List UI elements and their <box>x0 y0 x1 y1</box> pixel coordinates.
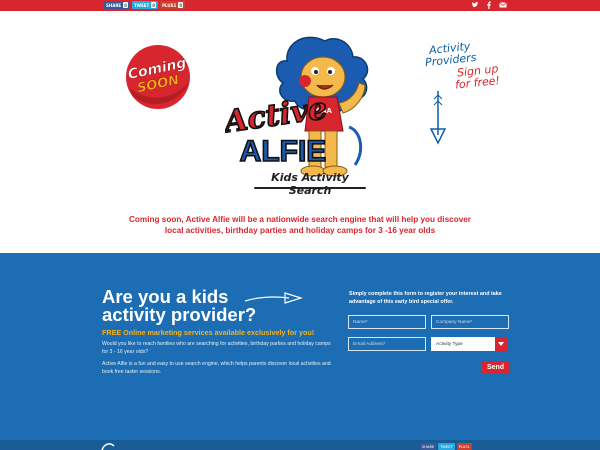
twitter-icon[interactable] <box>471 1 479 9</box>
footer: SHARE TWEET PLUS1 <box>0 440 600 450</box>
facebook-icon[interactable] <box>485 1 493 9</box>
tweet-button[interactable]: TWEET 0 <box>131 1 159 9</box>
footer-tweet-label: TWEET <box>440 444 453 449</box>
provider-paragraph-2: Active Alfie is a fun and easy to use se… <box>102 361 331 375</box>
google-plus-button[interactable]: PLUS1 0 <box>160 1 186 9</box>
email-icon[interactable] <box>499 1 507 9</box>
intro-text: Coming soon, Active Alfie will be a nati… <box>129 215 471 235</box>
logo-line2: ALFIE <box>240 135 327 168</box>
company-name-input[interactable]: Company Name* <box>431 315 509 329</box>
footer-share-label: SHARE <box>422 444 435 449</box>
tweet-count: 0 <box>151 2 157 8</box>
footer-google-plus-button[interactable]: PLUS1 <box>456 443 472 450</box>
providers-line4: for free! <box>454 73 501 92</box>
share-buttons: SHARE 0 TWEET 0 PLUS1 0 <box>104 1 186 9</box>
providers-callout: Activity Providers Sign up for free! <box>424 40 505 92</box>
form-intro: Simply complete this form to register yo… <box>349 291 502 305</box>
free-offer-text: FREE Online marketing services available… <box>102 328 315 337</box>
down-arrow-icon <box>429 91 447 145</box>
footer-logo <box>100 442 118 450</box>
footer-tweet-button[interactable]: TWEET <box>438 443 455 450</box>
provider-paragraph-1: Would you like to reach families who are… <box>102 341 331 355</box>
hero-section: Coming SOON CAA Active ALFIE Kids Activi… <box>0 11 600 253</box>
activity-type-value: Activity Type <box>436 341 463 347</box>
plus-label: PLUS1 <box>162 2 177 8</box>
chevron-down-icon[interactable] <box>495 337 507 351</box>
tagline: Kids Activity Search <box>271 171 349 197</box>
provider-section: Are you a kids activity provider? FREE O… <box>0 253 600 440</box>
top-bar: SHARE 0 TWEET 0 PLUS1 0 <box>0 0 600 11</box>
facebook-share-button[interactable]: SHARE 0 <box>104 1 130 9</box>
footer-facebook-share-button[interactable]: SHARE <box>420 443 437 450</box>
email-input[interactable]: Email Address* <box>348 337 426 351</box>
tweet-label: TWEET <box>133 2 150 8</box>
plus-count: 0 <box>178 2 184 8</box>
name-input[interactable]: Name* <box>348 315 426 329</box>
activity-type-select[interactable]: Activity Type <box>431 337 507 351</box>
social-icons <box>471 1 507 9</box>
footer-plus-label: PLUS1 <box>458 444 470 449</box>
tagline-underline <box>254 187 366 189</box>
footer-share-buttons: SHARE TWEET PLUS1 <box>420 443 472 450</box>
provider-heading-line2: activity provider? <box>102 304 257 325</box>
send-button[interactable]: Send <box>482 361 509 374</box>
share-count: 0 <box>123 2 128 8</box>
coming-soon-badge: Coming SOON <box>126 45 190 109</box>
right-arrow-icon <box>244 292 303 304</box>
share-label: SHARE <box>106 2 122 8</box>
